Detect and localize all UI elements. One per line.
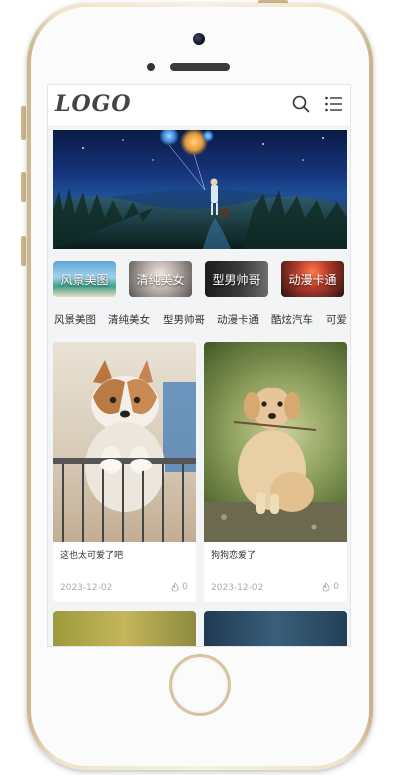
post-title[interactable]: 狗狗恋爱了 [211, 548, 256, 561]
category-card-beauty[interactable]: 清纯美女 [129, 261, 192, 297]
flame-icon [171, 582, 179, 592]
category-cards: 风景美图 清纯美女 型男帅哥 动漫卡通 [53, 261, 350, 299]
post-likes[interactable]: 0 [321, 582, 339, 592]
search-icon[interactable] [292, 95, 310, 113]
category-card-handsome[interactable]: 型男帅哥 [205, 261, 268, 297]
post-title[interactable]: 这也太可爱了吧 [60, 548, 123, 561]
menu-icon[interactable] [325, 96, 343, 112]
category-card-label: 动漫卡通 [288, 272, 337, 287]
earpiece-speaker [170, 63, 230, 71]
tab-scenery[interactable]: 风景美图 [54, 312, 96, 327]
proximity-sensor [147, 63, 155, 71]
post-image [53, 611, 196, 646]
post-card[interactable] [204, 611, 347, 646]
app-header: LOGO [48, 85, 350, 125]
flame-icon [322, 582, 330, 592]
site-logo[interactable]: LOGO [55, 91, 132, 117]
post-image [204, 342, 347, 542]
category-card-label: 风景美图 [60, 272, 109, 287]
post-likes[interactable]: 0 [170, 582, 188, 592]
volume-mute-switch [21, 106, 26, 140]
post-date: 2023-12-02 [211, 583, 264, 593]
category-tabs: 风景美图 清纯美女 型男帅哥 动漫卡通 酷炫汽车 可爱 [48, 312, 350, 330]
category-card-label: 清纯美女 [136, 272, 185, 287]
tab-beauty[interactable]: 清纯美女 [108, 312, 150, 327]
volume-up-button [21, 172, 26, 202]
category-card-label: 型男帅哥 [212, 272, 261, 287]
category-card-scenery[interactable]: 风景美图 [53, 261, 116, 297]
home-button[interactable] [169, 654, 231, 716]
front-camera [193, 33, 205, 45]
post-date: 2023-12-02 [60, 583, 113, 593]
post-card[interactable]: 狗狗恋爱了 2023-12-02 0 [204, 342, 347, 602]
volume-down-button [21, 236, 26, 266]
post-image [204, 611, 347, 646]
app-screen: LOGO 风景美图 清纯美女 型男帅哥 动漫卡通 风景美图 清纯美女 型男帅哥 … [47, 84, 351, 647]
post-card[interactable]: 这也太可爱了吧 2023-12-02 0 [53, 342, 196, 602]
banner-artwork [53, 130, 347, 249]
tab-handsome[interactable]: 型男帅哥 [163, 312, 205, 327]
tab-anime[interactable]: 动漫卡通 [217, 312, 259, 327]
post-image [53, 342, 196, 542]
hero-banner[interactable] [53, 130, 347, 249]
corgi-photo [53, 360, 196, 542]
post-likes-count: 0 [333, 582, 339, 592]
golden-puppy-photo [204, 387, 347, 542]
post-likes-count: 0 [182, 582, 188, 592]
tab-cute[interactable]: 可爱 [326, 312, 347, 327]
tab-cars[interactable]: 酷炫汽车 [271, 312, 313, 327]
post-card[interactable] [53, 611, 196, 646]
category-card-anime[interactable]: 动漫卡通 [281, 261, 344, 297]
